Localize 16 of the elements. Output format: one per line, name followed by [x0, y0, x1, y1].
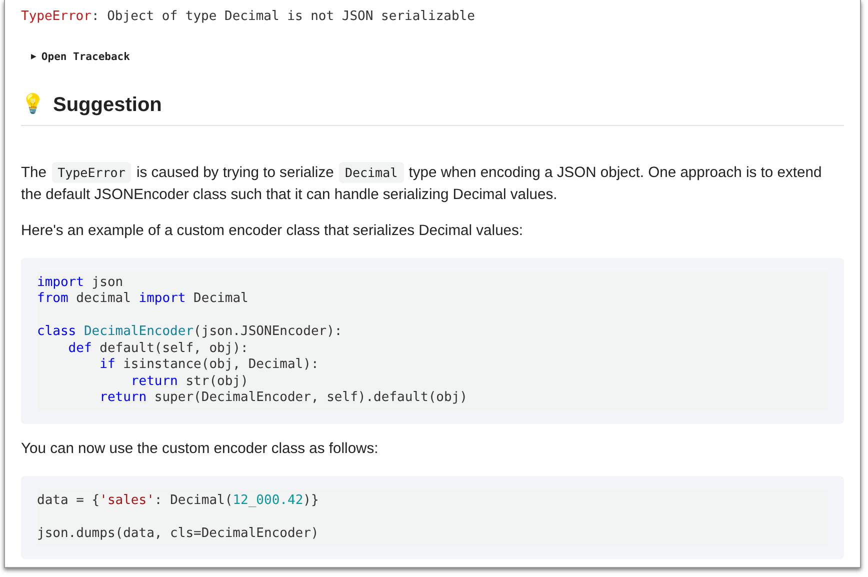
- code-line: if isinstance(obj, Decimal):: [98, 357, 320, 374]
- code-line: return str(obj): [130, 374, 250, 390]
- open-traceback-toggle[interactable]: ▶ Open Traceback: [31, 50, 130, 66]
- paragraph: Here's an example of a custom encoder class that serializes Decimal values:: [21, 222, 524, 241]
- code-line: from decimal import Decimal: [37, 291, 250, 308]
- code-line: data = {'sales': Decimal(12_000.42)}: [37, 492, 320, 510]
- code-line: json.dumps(data, cls=DecimalEncoder): [37, 524, 320, 542]
- error-message: TypeError: Object of type Decimal is not JSON serializable: [21, 8, 476, 26]
- code-line: class DecimalEncoder(json.JSONEncoder):: [37, 323, 344, 341]
- section-heading: Suggestion: [53, 92, 162, 117]
- code-line: import json: [37, 274, 124, 292]
- paragraph: The TypeError is caused by trying to serialize Decimal type when encoding a JSON object. One approach is to extend the default JSONEncoder class such that it can handle serializing Decimal values.: [21, 162, 844, 206]
- code-line: def default(self, obj):: [67, 340, 250, 358]
- lightbulb-icon: 💡: [21, 95, 45, 114]
- code-line: return super(DecimalEncoder, self).default(obj): [98, 390, 468, 407]
- paragraph: You can now use the custom encoder class as follows:: [21, 440, 380, 459]
